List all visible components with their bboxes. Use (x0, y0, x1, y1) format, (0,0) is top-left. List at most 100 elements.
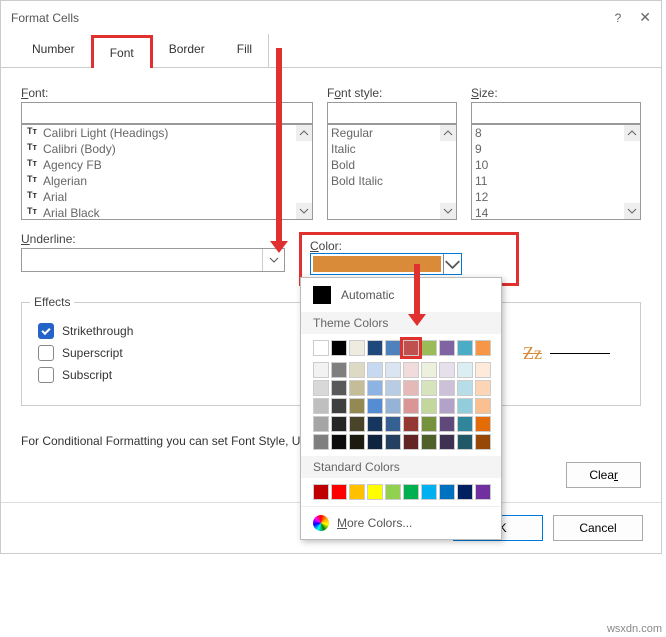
color-swatch[interactable] (367, 398, 383, 414)
tab-font[interactable]: Font (91, 35, 153, 68)
color-swatch[interactable] (385, 416, 401, 432)
color-swatch[interactable] (421, 398, 437, 414)
list-item[interactable]: Arial Black (22, 205, 312, 221)
color-swatch[interactable] (439, 362, 455, 378)
superscript-checkbox[interactable]: Superscript (38, 345, 290, 361)
color-swatch[interactable] (349, 340, 365, 356)
list-item[interactable]: Regular (328, 125, 456, 141)
color-swatch[interactable] (475, 340, 491, 356)
color-swatch[interactable] (439, 380, 455, 396)
color-swatch[interactable] (421, 416, 437, 432)
color-swatch[interactable] (457, 340, 473, 356)
scroll-up-icon[interactable] (624, 125, 640, 141)
underline-dropdown[interactable] (21, 248, 285, 272)
color-swatch[interactable] (457, 484, 473, 500)
font-listbox[interactable]: Calibri Light (Headings) Calibri (Body) … (21, 124, 313, 220)
color-swatch[interactable] (457, 416, 473, 432)
color-swatch[interactable] (313, 380, 329, 396)
tab-number[interactable]: Number (16, 34, 91, 67)
color-swatch[interactable] (439, 340, 455, 356)
color-swatch[interactable] (421, 362, 437, 378)
color-swatch[interactable] (421, 484, 437, 500)
tab-border[interactable]: Border (153, 34, 221, 67)
color-swatch[interactable] (421, 434, 437, 450)
color-swatch[interactable] (403, 380, 419, 396)
color-swatch[interactable] (385, 434, 401, 450)
list-item[interactable]: 10 (472, 157, 640, 173)
color-swatch[interactable] (385, 398, 401, 414)
color-swatch[interactable] (313, 398, 329, 414)
color-swatch[interactable] (385, 380, 401, 396)
color-swatch[interactable] (385, 484, 401, 500)
color-swatch[interactable] (403, 398, 419, 414)
color-swatch[interactable] (439, 416, 455, 432)
scroll-down-icon[interactable] (296, 203, 312, 219)
color-swatch[interactable] (439, 434, 455, 450)
list-item[interactable]: Bold (328, 157, 456, 173)
color-swatch[interactable] (331, 434, 347, 450)
list-item[interactable]: Agency FB (22, 157, 312, 173)
color-swatch[interactable] (367, 380, 383, 396)
font-input[interactable] (21, 102, 313, 124)
color-swatch[interactable] (385, 340, 401, 356)
color-swatch[interactable] (475, 416, 491, 432)
list-item[interactable]: 9 (472, 141, 640, 157)
color-swatch[interactable] (457, 380, 473, 396)
subscript-checkbox[interactable]: Subscript (38, 367, 290, 383)
color-swatch[interactable] (313, 434, 329, 450)
scroll-up-icon[interactable] (440, 125, 456, 141)
color-swatch[interactable] (457, 434, 473, 450)
color-swatch[interactable] (367, 362, 383, 378)
color-swatch[interactable] (313, 416, 329, 432)
size-listbox[interactable]: 8 9 10 11 12 14 (471, 124, 641, 220)
color-swatch[interactable] (439, 484, 455, 500)
chevron-down-icon[interactable] (443, 254, 461, 274)
color-swatch[interactable] (475, 434, 491, 450)
color-swatch[interactable] (439, 398, 455, 414)
help-icon[interactable]: ? (615, 11, 622, 25)
color-swatch[interactable] (331, 398, 347, 414)
color-swatch[interactable] (457, 398, 473, 414)
fontstyle-input[interactable] (327, 102, 457, 124)
tab-fill[interactable]: Fill (221, 34, 269, 67)
color-swatch[interactable] (313, 362, 329, 378)
list-item[interactable]: Bold Italic (328, 173, 456, 189)
color-swatch[interactable] (349, 484, 365, 500)
automatic-color-item[interactable]: Automatic (301, 278, 501, 312)
list-item[interactable]: Arial (22, 189, 312, 205)
color-swatch[interactable] (349, 434, 365, 450)
color-swatch[interactable] (349, 362, 365, 378)
list-item[interactable]: Italic (328, 141, 456, 157)
color-swatch[interactable] (349, 416, 365, 432)
fontstyle-listbox[interactable]: Regular Italic Bold Bold Italic (327, 124, 457, 220)
size-input[interactable] (471, 102, 641, 124)
color-swatch[interactable] (367, 484, 383, 500)
list-item[interactable]: 8 (472, 125, 640, 141)
color-swatch[interactable] (313, 484, 329, 500)
color-swatch[interactable] (421, 380, 437, 396)
strikethrough-checkbox[interactable]: Strikethrough (38, 323, 290, 339)
color-swatch[interactable] (421, 340, 437, 356)
color-swatch[interactable] (331, 416, 347, 432)
color-swatch[interactable] (475, 484, 491, 500)
cancel-button[interactable]: Cancel (553, 515, 643, 541)
scroll-up-icon[interactable] (296, 125, 312, 141)
color-swatch[interactable] (403, 362, 419, 378)
color-swatch[interactable] (367, 416, 383, 432)
list-item[interactable]: Calibri Light (Headings) (22, 125, 312, 141)
list-item[interactable]: 12 (472, 189, 640, 205)
more-colors-item[interactable]: More Colors... (301, 506, 501, 539)
color-swatch[interactable] (475, 362, 491, 378)
color-swatch[interactable] (331, 484, 347, 500)
color-swatch[interactable] (403, 434, 419, 450)
list-item[interactable]: Calibri (Body) (22, 141, 312, 157)
color-swatch[interactable] (475, 380, 491, 396)
color-swatch[interactable] (367, 340, 383, 356)
color-dropdown[interactable] (310, 253, 462, 275)
scroll-down-icon[interactable] (624, 203, 640, 219)
color-swatch[interactable] (385, 362, 401, 378)
list-item[interactable]: 11 (472, 173, 640, 189)
color-swatch[interactable] (331, 340, 347, 356)
color-swatch[interactable] (349, 398, 365, 414)
color-swatch[interactable] (403, 340, 419, 356)
